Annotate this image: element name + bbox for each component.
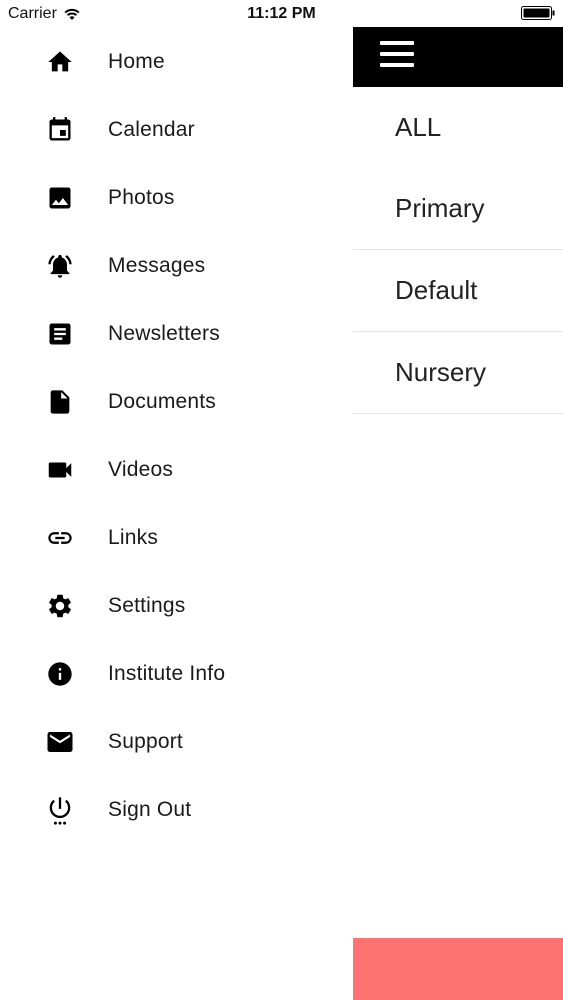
drawer-item-settings[interactable]: Settings — [0, 578, 353, 634]
bottom-accent-bar[interactable] — [353, 938, 563, 1000]
drawer-item-label: Settings — [108, 594, 186, 617]
video-icon — [44, 454, 76, 486]
drawer-item-label: Documents — [108, 390, 217, 413]
link-icon — [44, 522, 76, 554]
list-item-label: Primary — [395, 193, 485, 223]
category-list: ALL Primary Default Nursery — [353, 87, 563, 414]
list-item-default[interactable]: Default — [353, 250, 563, 332]
drawer-item-links[interactable]: Links — [0, 510, 353, 566]
main-header — [353, 27, 563, 87]
battery-icon — [521, 6, 555, 20]
list-item-all[interactable]: ALL — [353, 87, 563, 168]
mail-icon — [44, 726, 76, 758]
gear-icon — [44, 590, 76, 622]
drawer-item-messages[interactable]: Messages — [0, 238, 353, 294]
drawer-item-videos[interactable]: Videos — [0, 442, 353, 498]
drawer-item-label: Photos — [108, 186, 175, 209]
drawer-item-photos[interactable]: Photos — [0, 170, 353, 226]
list-item-label: Default — [395, 275, 478, 305]
drawer-item-label: Newsletters — [108, 322, 220, 345]
drawer-item-label: Links — [108, 526, 159, 549]
drawer-item-sign-out[interactable]: Sign Out — [0, 782, 353, 838]
calendar-icon — [44, 114, 76, 146]
list-item-nursery[interactable]: Nursery — [353, 332, 563, 414]
drawer-item-label: Home — [108, 50, 165, 73]
hamburger-menu-icon[interactable] — [380, 41, 414, 71]
drawer-item-label: Sign Out — [108, 798, 192, 821]
bell-icon — [44, 250, 76, 282]
info-icon — [44, 658, 76, 690]
power-icon — [44, 794, 76, 826]
drawer-item-label: Institute Info — [108, 662, 226, 685]
photo-icon — [44, 182, 76, 214]
status-time: 11:12 PM — [247, 5, 316, 22]
drawer-item-label: Calendar — [108, 118, 195, 141]
document-icon — [44, 386, 76, 418]
drawer-item-documents[interactable]: Documents — [0, 374, 353, 430]
list-item-label: Nursery — [395, 357, 487, 387]
drawer-item-label: Support — [108, 730, 183, 753]
side-drawer: Home Calendar Photos Messages Newsletter… — [0, 27, 353, 1000]
drawer-item-support[interactable]: Support — [0, 714, 353, 770]
drawer-item-label: Videos — [108, 458, 174, 481]
drawer-item-institute-info[interactable]: Institute Info — [0, 646, 353, 702]
home-icon — [44, 46, 76, 78]
drawer-item-newsletters[interactable]: Newsletters — [0, 306, 353, 362]
list-item-label: ALL — [395, 112, 442, 142]
drawer-item-calendar[interactable]: Calendar — [0, 102, 353, 158]
status-bar: Carrier 11:12 PM — [0, 0, 563, 27]
drawer-item-label: Messages — [108, 254, 206, 277]
list-item-primary[interactable]: Primary — [353, 168, 563, 250]
drawer-item-home[interactable]: Home — [0, 34, 353, 90]
newsletter-icon — [44, 318, 76, 350]
